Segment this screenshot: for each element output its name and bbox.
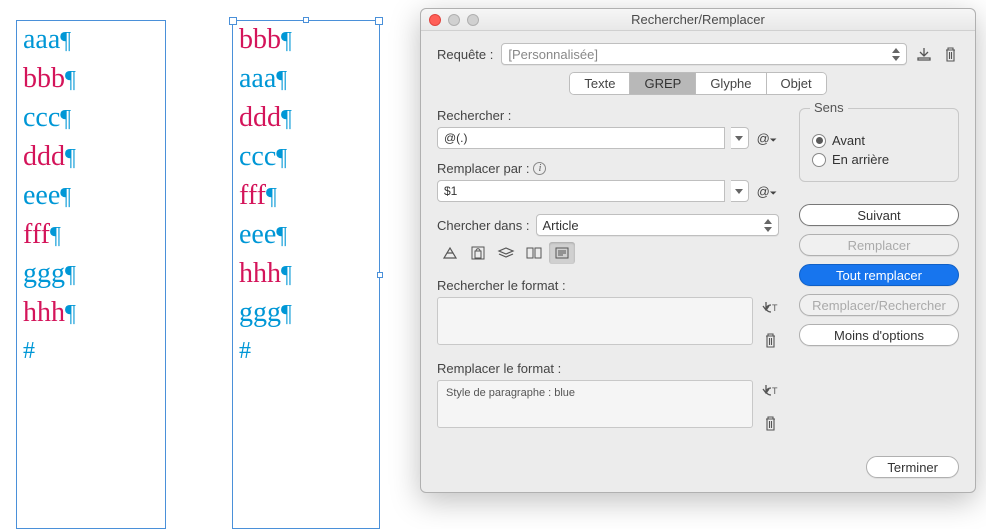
tab-grep[interactable]: GREP [630,73,696,94]
paragraph-line[interactable]: ccc¶ [233,138,379,177]
paragraph-line[interactable]: bbb¶ [233,21,379,60]
paragraph-line[interactable]: aaa¶ [233,60,379,99]
find-format-box[interactable] [437,297,753,345]
replace-input[interactable] [437,180,725,202]
paragraph-line[interactable]: hhh¶ [233,255,379,294]
dialog-title: Rechercher/Remplacer [421,12,975,27]
info-icon[interactable]: i [533,162,546,175]
replace-format-box[interactable]: Style de paragraphe : blue [437,380,753,428]
query-label: Requête : [437,47,493,62]
pilcrow-icon: ¶ [276,145,287,171]
mode-tabs: TexteGREPGlypheObjet [437,73,959,94]
query-value: [Personnalisée] [508,47,598,62]
tab-objet[interactable]: Objet [767,73,826,94]
query-dropdown[interactable]: [Personnalisée] [501,43,907,65]
paragraph-line[interactable]: ccc¶ [17,99,165,138]
replace-find-button: Remplacer/Rechercher [799,294,959,316]
selection-handle[interactable] [377,272,383,278]
text-frame-2[interactable]: bbb¶aaa¶ddd¶ccc¶fff¶eee¶hhh¶ggg¶ # [232,20,380,529]
scope-dropdown[interactable]: Article [536,214,780,236]
pilcrow-icon: ¶ [281,301,292,327]
pilcrow-icon: ¶ [276,223,287,249]
pilcrow-icon: ¶ [65,262,76,288]
pilcrow-icon: ¶ [281,106,292,132]
find-format-clear-icon[interactable] [761,331,779,349]
find-format-specify-icon[interactable]: T [761,299,779,317]
replace-format-label: Remplacer le format : [437,361,779,376]
pilcrow-icon: ¶ [276,67,287,93]
svg-text:T: T [772,386,778,396]
replace-all-button[interactable]: Tout remplacer [799,264,959,286]
direction-legend: Sens [810,100,848,115]
pilcrow-icon: ¶ [60,106,71,132]
paragraph-line[interactable]: ddd¶ [233,99,379,138]
paragraph-line[interactable]: eee¶ [233,216,379,255]
paragraph-line[interactable]: fff¶ [17,216,165,255]
scope-hidden-layers-icon[interactable] [493,242,519,264]
replace-button: Remplacer [799,234,959,256]
paragraph-line[interactable]: ggg¶ [17,255,165,294]
tab-glyphe[interactable]: Glyphe [696,73,766,94]
paragraph-line[interactable]: eee¶ [17,177,165,216]
find-input[interactable] [437,127,725,149]
paragraph-line[interactable]: ddd¶ [17,138,165,177]
find-format-label: Rechercher le format : [437,278,779,293]
find-special-chars-button[interactable]: @⏷ [755,131,779,146]
scope-label: Chercher dans : [437,218,530,233]
save-query-icon[interactable] [915,45,933,63]
paragraph-line[interactable]: hhh¶ [17,294,165,333]
svg-text:T: T [772,303,778,313]
direction-group: Sens Avant En arrière [799,108,959,182]
direction-backward-radio[interactable]: En arrière [812,152,946,167]
paragraph-line[interactable]: fff¶ [233,177,379,216]
find-next-button[interactable]: Suivant [799,204,959,226]
find-label: Rechercher : [437,108,779,123]
scope-master-pages-icon[interactable] [521,242,547,264]
paragraph-line[interactable]: ggg¶ [233,294,379,333]
fewer-options-button[interactable]: Moins d'options [799,324,959,346]
end-of-story-marker: # [17,333,165,370]
tab-texte[interactable]: Texte [570,73,630,94]
replace-history-dropdown[interactable] [731,180,749,202]
pilcrow-icon: ¶ [281,28,292,54]
find-replace-dialog: Rechercher/Remplacer Requête : [Personna… [420,8,976,493]
scope-locked-layers-icon[interactable] [437,242,463,264]
replace-label: Remplacer par : [437,161,529,176]
paragraph-line[interactable]: bbb¶ [17,60,165,99]
pilcrow-icon: ¶ [65,67,76,93]
direction-forward-radio[interactable]: Avant [812,133,946,148]
pilcrow-icon: ¶ [50,223,61,249]
pilcrow-icon: ¶ [60,184,71,210]
pilcrow-icon: ¶ [65,145,76,171]
text-frame-1[interactable]: aaa¶bbb¶ccc¶ddd¶eee¶fff¶ggg¶hhh¶ # [16,20,166,529]
pilcrow-icon: ¶ [281,262,292,288]
find-history-dropdown[interactable] [731,127,749,149]
pilcrow-icon: ¶ [65,301,76,327]
replace-format-specify-icon[interactable]: T [761,382,779,400]
replace-special-chars-button[interactable]: @⏷ [755,184,779,199]
radio-selected-icon [812,134,826,148]
scope-locked-stories-icon[interactable] [465,242,491,264]
paragraph-line[interactable]: aaa¶ [17,21,165,60]
replace-format-clear-icon[interactable] [761,414,779,432]
selection-handle[interactable] [303,17,309,23]
radio-unselected-icon [812,153,826,167]
pilcrow-icon: ¶ [266,184,277,210]
delete-query-icon[interactable] [941,45,959,63]
titlebar[interactable]: Rechercher/Remplacer [421,9,975,31]
pilcrow-icon: ¶ [60,28,71,54]
end-of-story-marker: # [233,333,379,370]
done-button[interactable]: Terminer [866,456,959,478]
scope-footnotes-icon[interactable] [549,242,575,264]
